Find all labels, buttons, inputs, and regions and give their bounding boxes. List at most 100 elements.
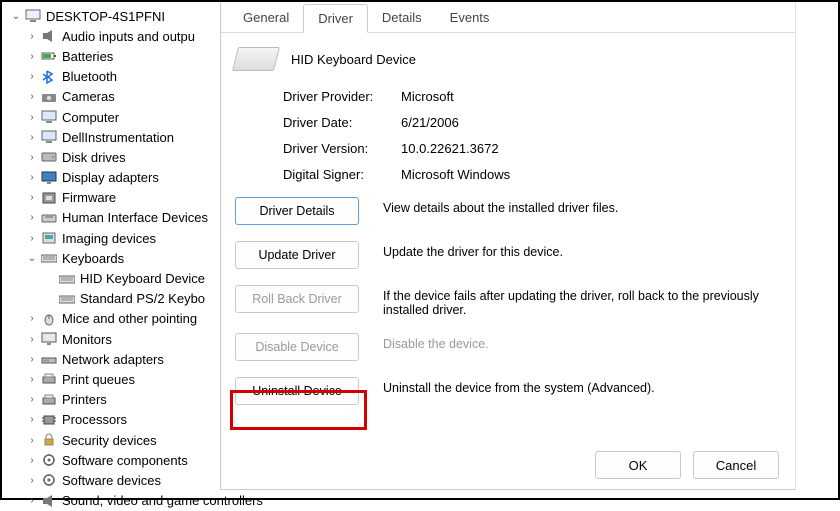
chevron-right-icon: › (26, 435, 38, 446)
uninstall-device-button[interactable]: Uninstall Device (235, 377, 359, 405)
tree-item-label: Computer (62, 110, 119, 125)
chevron-right-icon: › (26, 394, 38, 405)
version-value: 10.0.22621.3672 (401, 141, 499, 156)
keyboard-icon (40, 250, 58, 266)
monitor-icon (40, 331, 58, 347)
tab-driver[interactable]: Driver (303, 4, 368, 33)
computer-icon (24, 8, 42, 24)
chevron-right-icon: › (26, 192, 38, 203)
chevron-right-icon: › (26, 112, 38, 123)
rollback-driver-button: Roll Back Driver (235, 285, 359, 313)
printer-icon (40, 371, 58, 387)
driver-details-desc: View details about the installed driver … (383, 197, 781, 215)
tab-events[interactable]: Events (436, 4, 504, 32)
chevron-right-icon: › (26, 51, 38, 62)
chevron-right-icon: › (26, 334, 38, 345)
hid-icon (40, 210, 58, 226)
network-icon (40, 351, 58, 367)
chevron-right-icon: › (26, 414, 38, 425)
tree-item-label: Sound, video and game controllers (62, 493, 263, 508)
chevron-right-icon: › (26, 172, 38, 183)
tree-item-label: Imaging devices (62, 231, 156, 246)
date-value: 6/21/2006 (401, 115, 459, 130)
tab-general[interactable]: General (229, 4, 303, 32)
chevron-right-icon: › (26, 91, 38, 102)
bluetooth-icon (40, 69, 58, 85)
cpu-icon (40, 412, 58, 428)
tree-item-label: Cameras (62, 89, 115, 104)
cancel-button[interactable]: Cancel (693, 451, 779, 479)
keyboard-icon (58, 271, 76, 287)
signer-value: Microsoft Windows (401, 167, 510, 182)
audio-icon (40, 28, 58, 44)
tree-item-label: Firmware (62, 190, 116, 205)
software-icon (40, 452, 58, 468)
chevron-right-icon: › (26, 71, 38, 82)
chevron-right-icon: › (26, 374, 38, 385)
display-icon (40, 170, 58, 186)
date-label: Driver Date: (283, 115, 401, 130)
tree-item-label: Bluetooth (62, 69, 117, 84)
tree-item-label: Keyboards (62, 251, 124, 266)
tree-item-label: Print queues (62, 372, 135, 387)
tree-item-label: Software components (62, 453, 188, 468)
chevron-right-icon: › (26, 475, 38, 486)
tree-item-label: Security devices (62, 433, 157, 448)
imaging-icon (40, 230, 58, 246)
update-driver-desc: Update the driver for this device. (383, 241, 781, 259)
printer-icon (40, 392, 58, 408)
chevron-right-icon: › (26, 212, 38, 223)
camera-icon (40, 89, 58, 105)
chevron-right-icon: › (26, 152, 38, 163)
chevron-right-icon: › (26, 132, 38, 143)
disable-device-desc: Disable the device. (383, 333, 781, 351)
mouse-icon (40, 311, 58, 327)
chevron-right-icon: › (26, 31, 38, 42)
tab-bar: General Driver Details Events (221, 2, 795, 33)
tree-item-label: Mice and other pointing (62, 311, 197, 326)
rollback-driver-desc: If the device fails after updating the d… (383, 285, 781, 317)
tab-details[interactable]: Details (368, 4, 436, 32)
chevron-down-icon: ⌄ (10, 11, 22, 22)
chevron-right-icon: › (26, 495, 38, 506)
uninstall-device-desc: Uninstall the device from the system (Ad… (383, 377, 781, 395)
tree-item-label: Audio inputs and outpu (62, 29, 195, 44)
tree-item-label: Monitors (62, 332, 112, 347)
firmware-icon (40, 190, 58, 206)
tree-item-label: Printers (62, 392, 107, 407)
device-name: HID Keyboard Device (291, 52, 416, 67)
chevron-right-icon: › (26, 354, 38, 365)
tree-item-label: HID Keyboard Device (80, 271, 205, 286)
driver-properties-dialog: General Driver Details Events HID Keyboa… (220, 2, 796, 490)
tree-item-label: Batteries (62, 49, 113, 64)
provider-value: Microsoft (401, 89, 454, 104)
tree-item-label: Standard PS/2 Keybo (80, 291, 205, 306)
security-icon (40, 432, 58, 448)
chevron-right-icon: › (26, 455, 38, 466)
signer-label: Digital Signer: (283, 167, 401, 182)
driver-details-button[interactable]: Driver Details (235, 197, 359, 225)
audio-icon (40, 493, 58, 509)
update-driver-button[interactable]: Update Driver (235, 241, 359, 269)
chevron-right-icon: › (26, 313, 38, 324)
tree-item-label: Network adapters (62, 352, 164, 367)
tree-root-label: DESKTOP-4S1PFNI (46, 9, 165, 24)
provider-label: Driver Provider: (283, 89, 401, 104)
tree-item-label: Display adapters (62, 170, 159, 185)
tree-item-label: Processors (62, 412, 127, 427)
keyboard-icon (232, 47, 280, 71)
disable-device-button: Disable Device (235, 333, 359, 361)
keyboard-icon (58, 291, 76, 307)
computer-icon (40, 129, 58, 145)
version-label: Driver Version: (283, 141, 401, 156)
tree-item[interactable]: › Sound, video and game controllers (26, 491, 310, 511)
battery-icon (40, 48, 58, 64)
tree-item-label: Disk drives (62, 150, 126, 165)
chevron-right-icon: › (26, 233, 38, 244)
software-icon (40, 472, 58, 488)
tree-item-label: Software devices (62, 473, 161, 488)
ok-button[interactable]: OK (595, 451, 681, 479)
tree-item-label: Human Interface Devices (62, 210, 208, 225)
computer-icon (40, 109, 58, 125)
chevron-down-icon: ⌄ (26, 253, 38, 264)
